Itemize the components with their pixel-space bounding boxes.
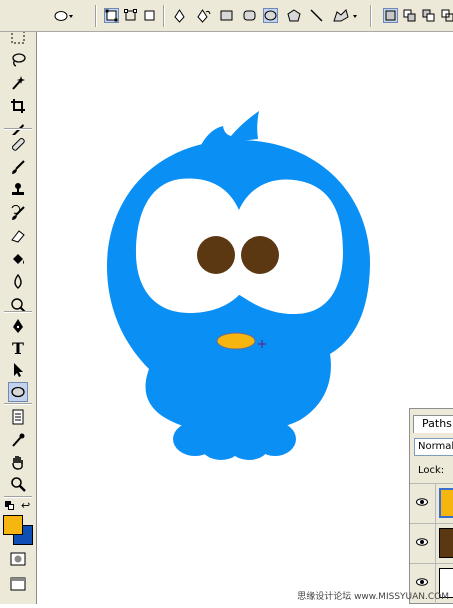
fill-pixels-icon[interactable] [142, 8, 157, 23]
screen-mode-icon[interactable] [8, 574, 28, 594]
shape-layers-icon[interactable] [104, 8, 119, 23]
polygon-icon[interactable] [286, 8, 301, 23]
visibility-eye-icon[interactable] [416, 536, 428, 548]
lock-label: Lock: [418, 465, 445, 476]
intersect-area-icon[interactable] [440, 8, 453, 23]
rectangle-icon[interactable] [219, 8, 234, 23]
freeform-pen-icon[interactable] [196, 8, 211, 23]
zoom-tool-icon[interactable] [8, 474, 28, 494]
layer-thumbnail [439, 528, 453, 558]
visibility-eye-icon[interactable] [416, 496, 428, 508]
hand-tool-icon[interactable] [8, 452, 28, 472]
line-icon[interactable] [309, 8, 324, 23]
brush-tool-icon[interactable] [8, 157, 28, 177]
path-selection-tool-icon[interactable] [8, 360, 28, 380]
pen-tool-icon[interactable] [8, 316, 28, 336]
notes-tool-icon[interactable] [8, 407, 28, 427]
quick-mask-icon[interactable] [8, 549, 28, 569]
swap-colors-icon[interactable]: ↩ [21, 500, 30, 511]
ellipse-icon[interactable] [263, 8, 278, 23]
bird-hair-tuft [201, 111, 259, 145]
ellipse-preset-icon[interactable] [53, 8, 75, 23]
rounded-rectangle-icon[interactable] [242, 8, 257, 23]
blend-mode-select[interactable]: Normal [414, 438, 453, 456]
foreground-color-swatch[interactable] [3, 515, 23, 535]
bird-illustration [107, 111, 371, 460]
paint-bucket-tool-icon[interactable] [8, 249, 28, 269]
healing-brush-tool-icon[interactable] [8, 134, 28, 154]
document-canvas[interactable] [38, 33, 453, 604]
eyedropper-tool-icon[interactable] [8, 430, 28, 450]
tab-paths[interactable]: Paths [413, 415, 453, 433]
clone-stamp-tool-icon[interactable] [8, 180, 28, 200]
eraser-tool-icon[interactable] [8, 226, 28, 246]
lasso-tool-icon[interactable] [8, 50, 28, 70]
history-brush-tool-icon[interactable] [8, 203, 28, 223]
layers-panel: Paths Normal Lock: [409, 408, 453, 604]
tools-panel: T ↩ [0, 0, 37, 604]
type-tool-icon[interactable]: T [8, 338, 28, 358]
default-colors-icon[interactable] [5, 501, 14, 510]
magic-wand-tool-icon[interactable] [8, 73, 28, 93]
paths-icon[interactable] [123, 8, 138, 23]
watermark: 思缘设计论坛 www.MISSYUAN.COM [297, 592, 449, 602]
layer-thumbnail [439, 488, 453, 518]
layer-row[interactable] [410, 483, 453, 524]
crop-tool-icon[interactable] [8, 96, 28, 116]
left-pupil [197, 236, 235, 274]
visibility-eye-icon[interactable] [416, 576, 428, 588]
bird-beak [216, 332, 256, 350]
ellipse-tool-icon[interactable] [8, 382, 28, 402]
options-bar [0, 0, 453, 32]
layer-row[interactable] [410, 523, 453, 564]
new-layer-icon[interactable] [383, 8, 398, 23]
pen-icon[interactable] [172, 8, 187, 23]
right-pupil [241, 236, 279, 274]
add-area-icon[interactable] [402, 8, 417, 23]
subtract-area-icon[interactable] [421, 8, 436, 23]
blur-tool-icon[interactable] [8, 272, 28, 292]
custom-shape-icon[interactable] [331, 8, 359, 23]
